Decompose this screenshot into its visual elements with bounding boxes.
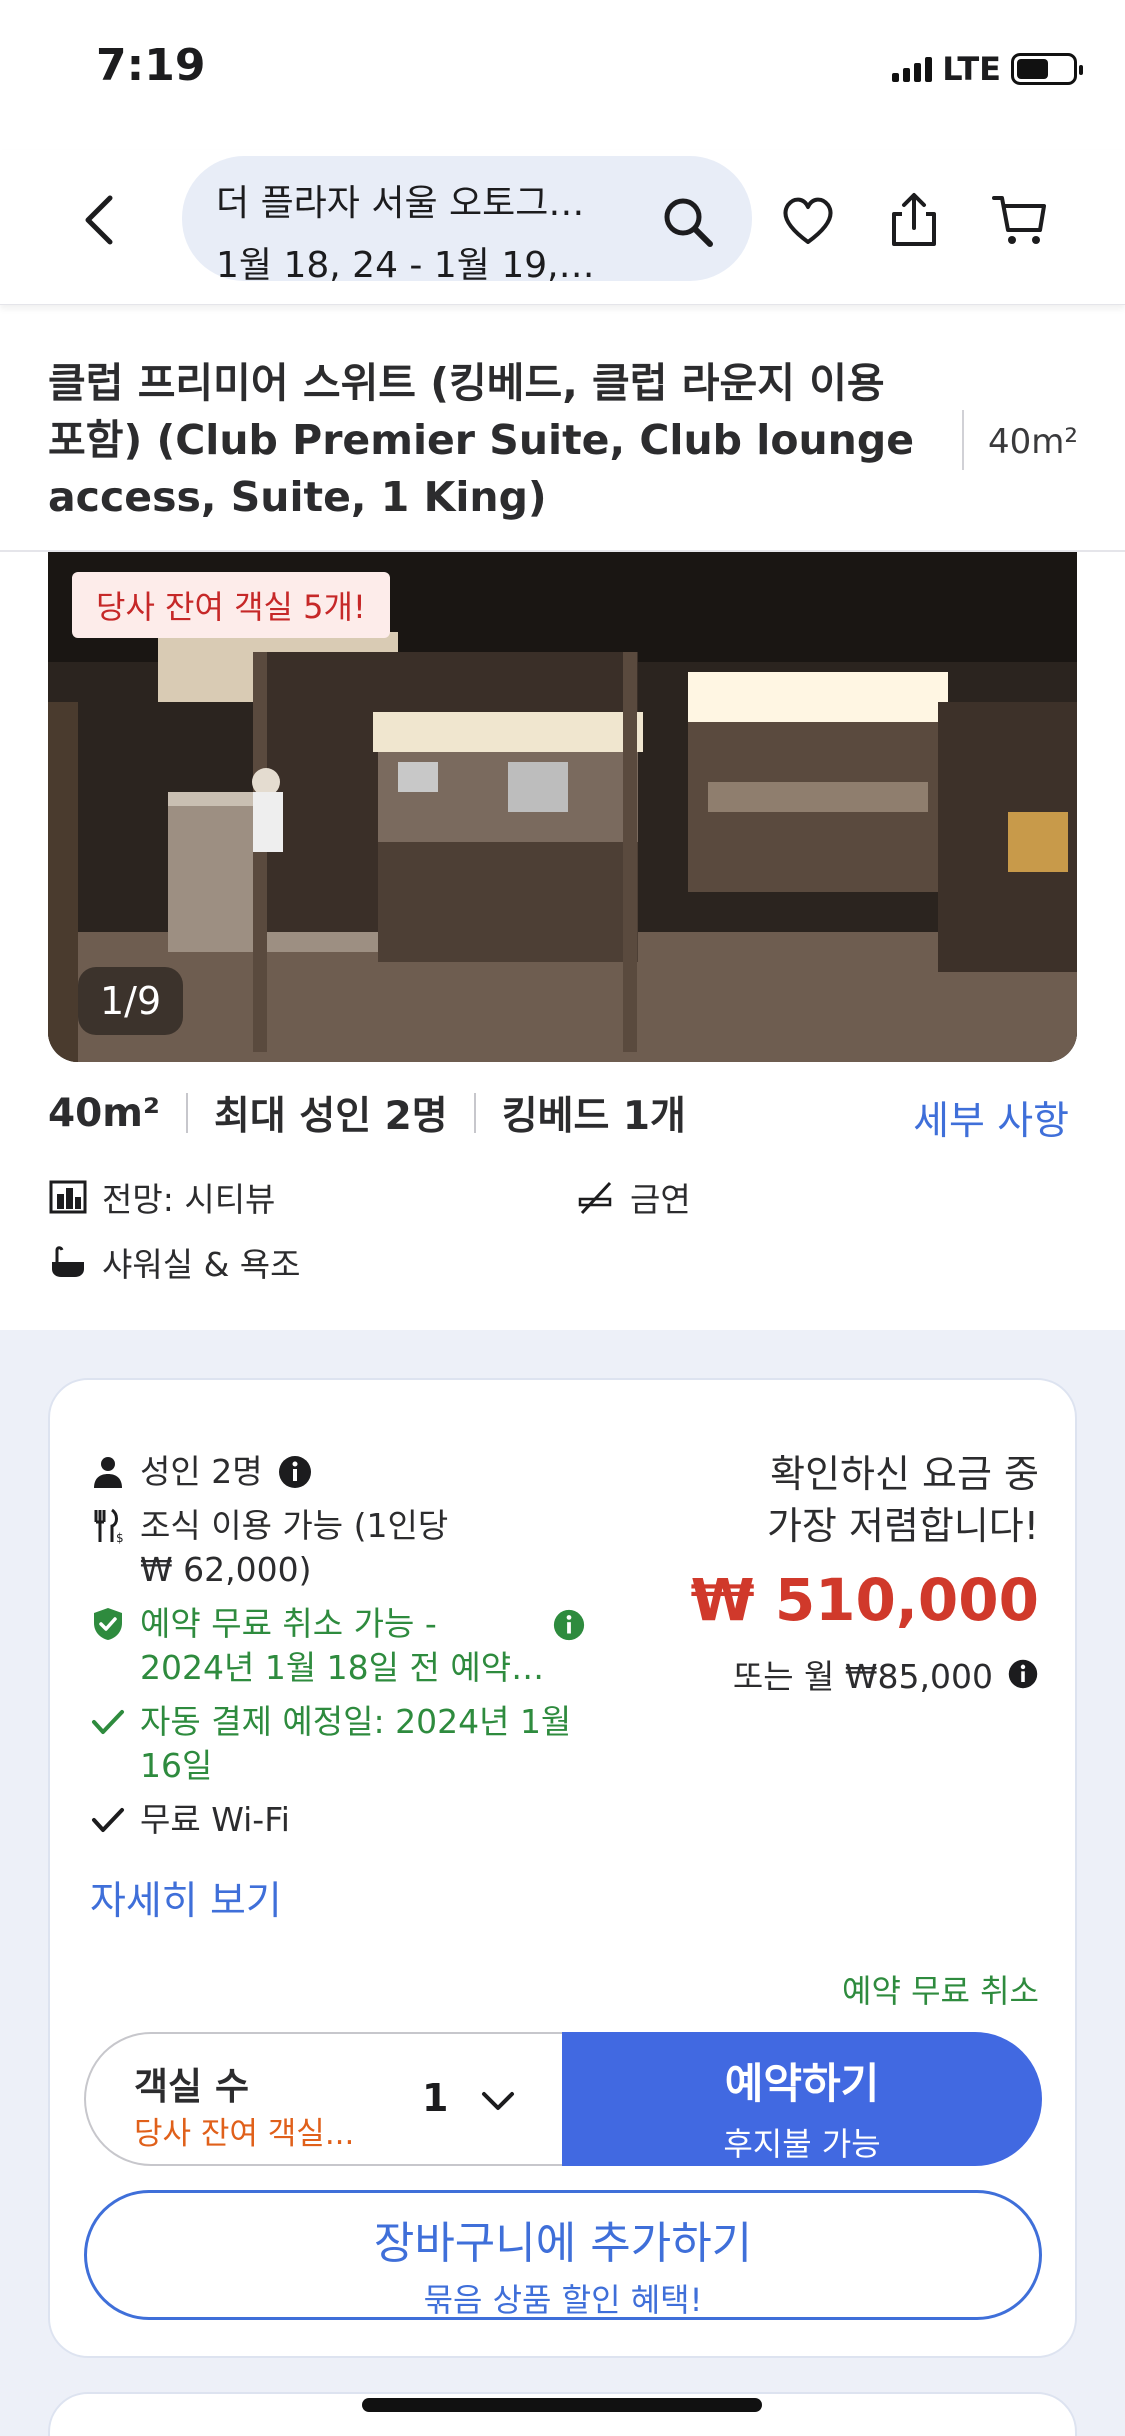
cheapest-line1: 확인하신 요금 중	[770, 1452, 1039, 1496]
feature-view: 전망: 시티뷰	[48, 1173, 275, 1221]
room-specs: 40m² 최대 성인 2명 킹베드 1개	[48, 1085, 686, 1141]
reserve-button[interactable]: 예약하기 후지불 가능	[562, 2032, 1042, 2166]
status-bar: 7:19 LTE	[0, 0, 1125, 140]
rooms-quantity: 1	[422, 2076, 449, 2120]
room-quantity-selector[interactable]: 객실 수 당사 잔여 객실... 1	[84, 2032, 564, 2166]
photo-counter: 1/9	[78, 967, 184, 1035]
spec-max-adults: 최대 성인 2명	[214, 1094, 448, 1139]
svg-text:$: $	[116, 1531, 124, 1544]
heart-icon[interactable]	[778, 190, 838, 250]
shield-check-icon	[94, 1608, 122, 1640]
offer-free-cancel-line2: 2024년 1월 18일 전 예약…	[140, 1648, 545, 1687]
room-size-label: 40m²	[988, 422, 1079, 462]
person-icon	[94, 1457, 122, 1488]
cart-icon[interactable]	[990, 190, 1050, 250]
offer-wifi: 무료 Wi-Fi	[90, 1798, 290, 1842]
offer-adults-label: 성인 2명	[140, 1452, 263, 1491]
offer-breakfast-line2: ₩ 62,000)	[140, 1550, 312, 1589]
info-icon[interactable]	[277, 1454, 313, 1490]
status-time: 7:19	[96, 40, 206, 91]
total-price: ₩ 510,000	[690, 1566, 1039, 1634]
city-view-icon	[49, 1180, 87, 1214]
see-more-link[interactable]: 자세히 보기	[90, 1870, 282, 1926]
reserve-button-label: 예약하기	[724, 2059, 880, 2108]
cheapest-notice: 확인하신 요금 중 가장 저렴합니다!	[699, 1448, 1039, 1552]
no-smoking-icon	[578, 1181, 612, 1215]
search-dates: 1월 18, 24 - 1월 19,…	[216, 245, 595, 286]
home-indicator[interactable]	[362, 2398, 762, 2412]
reserve-button-sublabel: 후지불 가능	[723, 2125, 881, 2163]
details-link[interactable]: 세부 사항	[913, 1090, 1069, 1146]
spec-separator	[186, 1093, 188, 1133]
chevron-down-icon	[482, 2092, 514, 2110]
add-to-cart-label: 장바구니에 추가하기	[373, 2218, 753, 2269]
feature-bath: 샤워실 & 욕조	[48, 1238, 301, 1286]
rooms-warning: 당사 잔여 객실...	[134, 2116, 355, 2152]
rooms-label: 객실 수	[134, 2065, 250, 2108]
status-indicators: LTE	[892, 50, 1083, 88]
feature-view-label: 전망: 시티뷰	[102, 1180, 276, 1219]
cancel-info-icon[interactable]	[552, 1608, 586, 1642]
signal-icon	[892, 56, 933, 82]
top-nav-bar: 더 플라자 서울 오토그… 1월 18, 24 - 1월 19,…	[0, 150, 1125, 305]
offer-free-cancel: 예약 무료 취소 가능 - 2024년 1월 18일 전 예약…	[90, 1602, 544, 1690]
free-cancel-tag: 예약 무료 취소	[842, 1972, 1039, 2010]
offer-auto-pay-line2: 16일	[140, 1746, 213, 1785]
offer-breakfast-line1: 조식 이용 가능 (1인당	[140, 1506, 449, 1545]
feature-bath-label: 샤워실 & 욕조	[102, 1245, 301, 1284]
breakfast-icon: $	[94, 1508, 124, 1544]
offer-auto-pay-line1: 자동 결제 예정일: 2024년 1월	[140, 1702, 572, 1741]
search-hotel-name: 더 플라자 서울 오토그…	[216, 183, 585, 224]
offer-adults: 성인 2명	[90, 1450, 313, 1494]
check-icon	[92, 1710, 124, 1734]
battery-icon	[1011, 53, 1083, 85]
spec-separator	[473, 1093, 476, 1133]
back-arrow-icon[interactable]	[72, 190, 132, 250]
room-availability-badge: 당사 잔여 객실 5개!	[72, 572, 390, 638]
share-icon[interactable]	[884, 190, 944, 250]
search-summary-pill[interactable]: 더 플라자 서울 오토그… 1월 18, 24 - 1월 19,…	[182, 156, 752, 286]
add-to-cart-sublabel: 묶음 상품 할인 혜택!	[423, 2281, 703, 2319]
monthly-price-label: 또는 월 ₩85,000	[732, 1657, 993, 1696]
network-type: LTE	[942, 50, 1001, 88]
add-to-cart-button[interactable]: 장바구니에 추가하기 묶음 상품 할인 혜택!	[84, 2190, 1042, 2320]
cheapest-line2: 가장 저렴합니다!	[766, 1504, 1039, 1548]
room-title: 클럽 프리미어 스위트 (킹베드, 클럽 라운지 이용 포함) (Club Pr…	[48, 359, 915, 521]
bathtub-icon	[52, 1246, 84, 1277]
offer-auto-pay: 자동 결제 예정일: 2024년 1월 16일	[90, 1700, 571, 1788]
feature-smoking-label: 금연	[630, 1180, 691, 1219]
spec-size: 40m²	[48, 1090, 160, 1136]
feature-smoking: 금연	[576, 1173, 691, 1221]
monthly-price: 또는 월 ₩85,000	[733, 1650, 1039, 1698]
room-photo-carousel[interactable]: 당사 잔여 객실 5개! 1/9	[48, 552, 1077, 1062]
search-icon[interactable]	[660, 194, 716, 250]
offer-breakfast: $ 조식 이용 가능 (1인당 ₩ 62,000)	[90, 1504, 448, 1592]
monthly-info-icon[interactable]	[1007, 1658, 1039, 1690]
check-icon	[92, 1808, 124, 1832]
offer-wifi-label: 무료 Wi-Fi	[140, 1800, 290, 1839]
title-divider	[962, 410, 964, 470]
offer-free-cancel-line1: 예약 무료 취소 가능 -	[140, 1604, 437, 1643]
spec-bed: 킹베드 1개	[501, 1094, 686, 1139]
